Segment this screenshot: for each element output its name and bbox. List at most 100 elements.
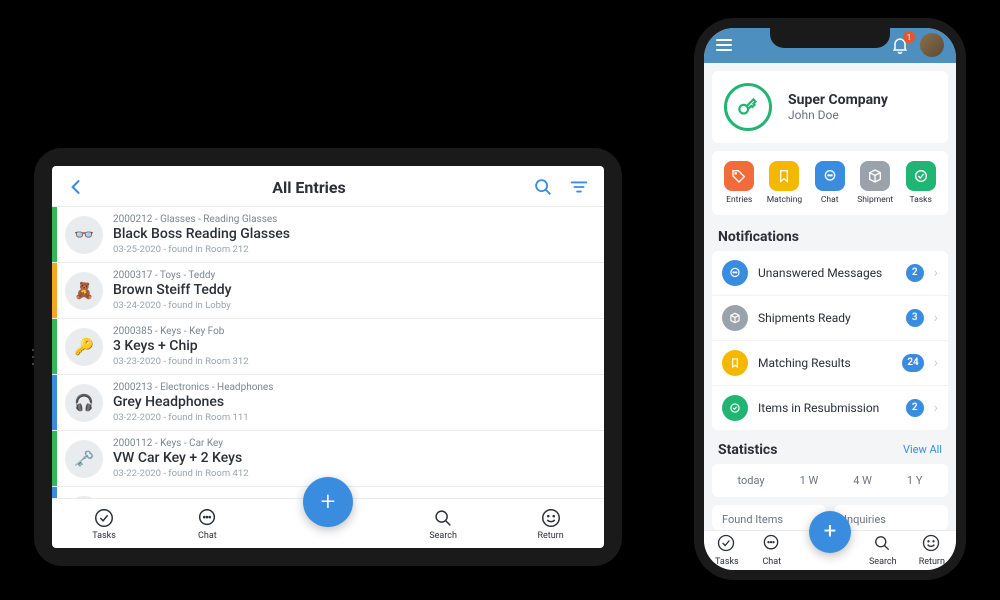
notifications-heading: Notifications bbox=[704, 223, 956, 251]
status-strip bbox=[52, 375, 57, 430]
quick-shipment[interactable]: Shipment bbox=[857, 161, 893, 205]
cube-icon bbox=[860, 161, 890, 191]
menu-icon[interactable] bbox=[716, 39, 732, 51]
quick-label: Chat bbox=[821, 195, 839, 205]
stat-label: Inquiries bbox=[844, 513, 938, 526]
view-all-link[interactable]: View All bbox=[903, 443, 942, 456]
tablet-header: All Entries bbox=[52, 166, 604, 206]
status-strip bbox=[52, 487, 57, 498]
search-icon bbox=[872, 533, 894, 555]
bell-badge: 1 bbox=[903, 31, 915, 43]
page-title: All Entries bbox=[272, 178, 346, 197]
tab-label: Tasks bbox=[92, 531, 116, 541]
cube-icon bbox=[722, 305, 748, 331]
quick-label: Matching bbox=[767, 195, 803, 205]
back-button[interactable] bbox=[66, 177, 86, 197]
phone-tabbar: Tasks Chat Search Return + bbox=[704, 530, 956, 570]
tab-return[interactable]: Return bbox=[919, 533, 945, 567]
quick-matching[interactable]: Matching bbox=[767, 161, 803, 205]
phone-notch bbox=[770, 26, 890, 48]
notification-row[interactable]: Unanswered Messages 2 › bbox=[712, 251, 948, 295]
range-1y[interactable]: 1 Y bbox=[907, 474, 923, 487]
entry-meta: 2000213 - Electronics - Headphones bbox=[113, 382, 273, 395]
bookmark-icon bbox=[769, 161, 799, 191]
search-icon[interactable] bbox=[532, 176, 554, 198]
range-today[interactable]: today bbox=[738, 474, 765, 487]
check-circle-icon bbox=[93, 507, 115, 529]
entry-date: 03-25-2020 - found in Room 212 bbox=[113, 244, 290, 256]
add-fab[interactable]: + bbox=[809, 511, 851, 553]
tablet-screen: All Entries 👓 2000212 - Glasses - Readin… bbox=[52, 166, 604, 548]
tab-search[interactable]: Search bbox=[429, 507, 457, 541]
entries-list: 👓 2000212 - Glasses - Reading Glasses Bl… bbox=[52, 206, 604, 498]
tab-tasks[interactable]: Tasks bbox=[715, 533, 739, 567]
check-circle-icon bbox=[716, 533, 738, 555]
phone-screen: 1 Super Company John Doe Entries Matchin… bbox=[704, 28, 956, 570]
entry-date: 03-22-2020 - found in Room 412 bbox=[113, 468, 249, 480]
chevron-right-icon: › bbox=[934, 265, 938, 281]
tab-label: Chat bbox=[198, 531, 217, 541]
quick-label: Shipment bbox=[857, 195, 893, 205]
notification-text: Matching Results bbox=[758, 356, 892, 370]
chevron-right-icon: › bbox=[934, 355, 938, 371]
entry-thumb: 🗝️ bbox=[65, 440, 103, 478]
range-4w[interactable]: 4 W bbox=[853, 474, 872, 487]
quick-chat[interactable]: Chat bbox=[815, 161, 845, 205]
user-name: John Doe bbox=[788, 108, 888, 122]
entry-date: 03-24-2020 - found in Lobby bbox=[113, 300, 231, 312]
tab-chat[interactable]: Chat bbox=[196, 507, 218, 541]
filter-icon[interactable] bbox=[568, 176, 590, 198]
entry-row[interactable]: 👓 2000212 - Glasses - Reading Glasses Bl… bbox=[52, 206, 604, 262]
tab-label: Search bbox=[869, 557, 897, 567]
entry-meta: 2000317 - Toys - Teddy bbox=[113, 270, 231, 283]
entry-date: 03-23-2020 - found in Room 312 bbox=[113, 356, 249, 368]
entry-name: VW Car Key + 2 Keys bbox=[113, 450, 249, 468]
add-fab[interactable]: + bbox=[303, 477, 353, 527]
entry-row[interactable]: 🧸 2000317 - Toys - Teddy Brown Steiff Te… bbox=[52, 262, 604, 318]
tab-return[interactable]: Return bbox=[537, 507, 563, 541]
tab-label: Chat bbox=[762, 557, 781, 567]
chat-icon bbox=[815, 161, 845, 191]
statistics-header: Statistics View All bbox=[704, 438, 956, 464]
entry-meta: 2000385 - Keys - Key Fob bbox=[113, 326, 249, 339]
range-selector: today 1 W 4 W 1 Y bbox=[712, 464, 948, 497]
phone-device: 1 Super Company John Doe Entries Matchin… bbox=[694, 18, 966, 580]
tab-chat[interactable]: Chat bbox=[761, 533, 783, 567]
entry-thumb: 👓 bbox=[65, 216, 103, 254]
notification-count: 2 bbox=[906, 399, 924, 417]
tablet-tabbar: Tasks Chat Search Return + bbox=[52, 498, 604, 548]
tab-label: Search bbox=[429, 531, 457, 541]
tab-label: Return bbox=[537, 531, 563, 541]
range-1w[interactable]: 1 W bbox=[800, 474, 819, 487]
notification-row[interactable]: Matching Results 24 › bbox=[712, 340, 948, 385]
quick-entries[interactable]: Entries bbox=[724, 161, 754, 205]
notification-text: Unanswered Messages bbox=[758, 266, 896, 280]
entry-name: 3 Keys + Chip bbox=[113, 338, 249, 356]
status-strip bbox=[52, 319, 57, 374]
notification-row[interactable]: Shipments Ready 3 › bbox=[712, 295, 948, 340]
status-strip bbox=[52, 431, 57, 486]
check-circle-icon bbox=[722, 395, 748, 421]
chevron-right-icon: › bbox=[934, 400, 938, 416]
search-icon bbox=[432, 507, 454, 529]
notification-text: Items in Resubmission bbox=[758, 401, 896, 415]
stat-card-inquiries[interactable]: Inquiries bbox=[834, 505, 948, 530]
tab-search[interactable]: Search bbox=[869, 533, 897, 567]
notification-count: 2 bbox=[906, 264, 924, 282]
notification-text: Shipments Ready bbox=[758, 311, 896, 325]
quick-tasks[interactable]: Tasks bbox=[906, 161, 936, 205]
status-strip bbox=[52, 263, 57, 318]
entry-thumb: 🧸 bbox=[65, 272, 103, 310]
notification-row[interactable]: Items in Resubmission 2 › bbox=[712, 385, 948, 430]
bookmark-icon bbox=[722, 350, 748, 376]
entry-row[interactable]: 🔑 2000385 - Keys - Key Fob 3 Keys + Chip… bbox=[52, 318, 604, 374]
tab-tasks[interactable]: Tasks bbox=[92, 507, 116, 541]
avatar[interactable] bbox=[920, 33, 944, 57]
tablet-side-dots bbox=[32, 349, 34, 365]
bell-icon[interactable]: 1 bbox=[890, 35, 910, 55]
entry-row[interactable]: 🎧 2000213 - Electronics - Headphones Gre… bbox=[52, 374, 604, 430]
quick-actions: Entries Matching Chat Shipment Tasks bbox=[712, 151, 948, 215]
status-strip bbox=[52, 207, 57, 262]
quick-label: Entries bbox=[726, 195, 752, 205]
statistics-heading: Statistics bbox=[718, 442, 777, 458]
